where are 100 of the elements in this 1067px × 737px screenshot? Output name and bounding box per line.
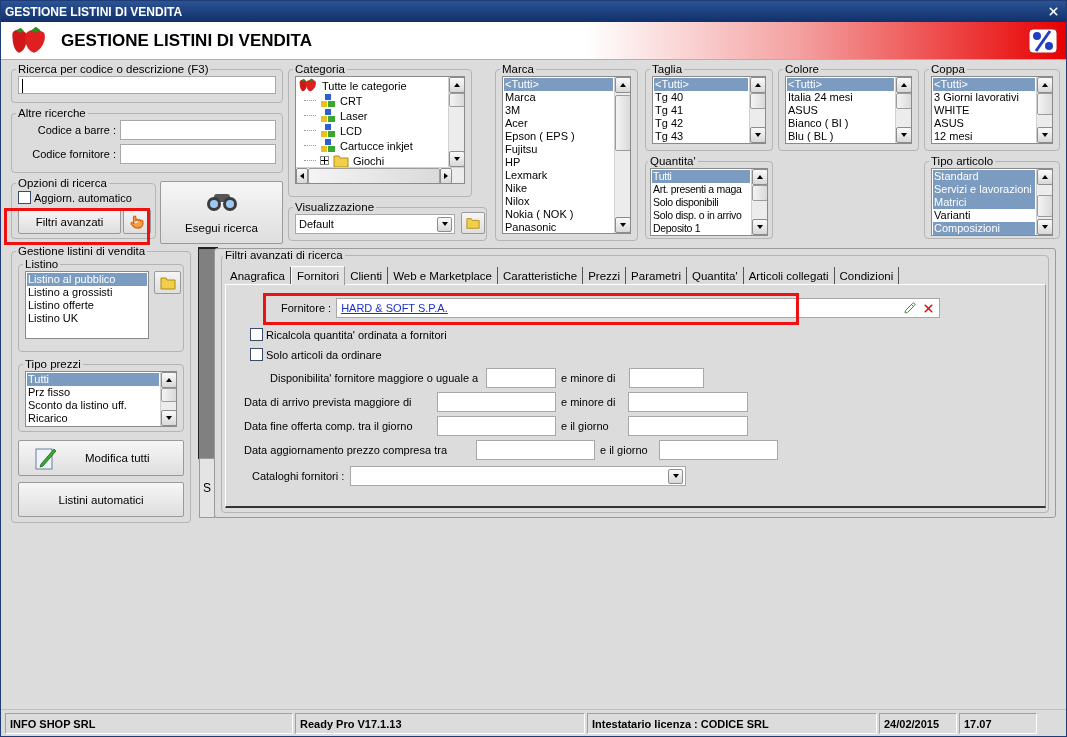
list-box[interactable]: <Tutti> Tg 40 Tg 41 Tg 42 Tg 43: [652, 76, 766, 144]
list-box[interactable]: <Tutti> Marca 3M Acer Epson ( EPS ) Fujitsu HP Lexmark Nike Nilox Nokia ( NOK ) Panasonic: [502, 76, 631, 234]
list-item[interactable]: Epson ( EPS ): [504, 130, 613, 143]
auto-update-checkbox[interactable]: Aggiorn. automatico: [18, 190, 149, 205]
scroll-down-button[interactable]: [449, 151, 464, 167]
list-item[interactable]: Nilox: [504, 195, 613, 208]
scroll-up-button[interactable]: [896, 77, 911, 93]
scrollbar-track[interactable]: [895, 77, 911, 143]
scroll-down-button[interactable]: [161, 410, 176, 426]
list-item[interactable]: WHITE: [933, 104, 1035, 117]
run-search-button[interactable]: Esegui ricerca: [160, 181, 283, 244]
tree-item[interactable]: Laser: [296, 108, 448, 123]
scroll-down-button[interactable]: [615, 217, 630, 233]
list-box[interactable]: Tutti Art. presenti a maga Solo disponibili Solo disp. o in arrivo Deposito 1: [650, 168, 768, 236]
list-box[interactable]: Listino al pubblico Listino a grossisti Listino offerte Listino UK: [25, 271, 149, 339]
advanced-filters-button[interactable]: Filtri avanzati: [18, 209, 121, 234]
list-box[interactable]: <Tutti> Italia 24 mesi ASUS Bianco ( BI ) Blu ( BL ): [785, 76, 912, 144]
scrollbar-track[interactable]: [1036, 169, 1052, 235]
tab[interactable]: Fornitori: [291, 266, 346, 285]
scroll-up-button[interactable]: [449, 77, 464, 93]
input-field[interactable]: [628, 416, 748, 436]
modify-all-button[interactable]: Modifica tutti: [18, 440, 184, 476]
input-field[interactable]: [437, 416, 556, 436]
list-item[interactable]: Solo disp. o in arrivo: [652, 209, 750, 222]
tree-item[interactable]: LCD: [296, 123, 448, 138]
list-item[interactable]: Sconto da listino uff.: [27, 399, 159, 412]
list-item[interactable]: ASUS: [787, 104, 894, 117]
scroll-thumb[interactable]: [161, 388, 176, 402]
list-item[interactable]: Tg 43: [654, 130, 748, 143]
list-box[interactable]: Tutti Prz fisso Sconto da listino uff. Ricarico: [25, 371, 177, 427]
tree-item[interactable]: Tutte le categorie: [296, 78, 448, 93]
checkbox[interactable]: Ricalcola quantita' ordinata a fornitori: [250, 327, 1045, 342]
list-item[interactable]: Marca: [504, 91, 613, 104]
scroll-down-button[interactable]: [896, 127, 911, 143]
covered-button[interactable]: S: [199, 458, 215, 518]
list-item[interactable]: Listino a grossisti: [27, 286, 147, 299]
folder-button[interactable]: [154, 271, 181, 294]
list-item[interactable]: Varianti: [933, 209, 1035, 222]
scroll-up-button[interactable]: [1037, 169, 1052, 185]
scroll-thumb[interactable]: [896, 93, 911, 109]
scroll-thumb[interactable]: [752, 185, 767, 201]
scrollbar-track[interactable]: [160, 372, 176, 426]
scroll-left-button[interactable]: [296, 168, 309, 183]
list-item[interactable]: Blu ( BL ): [787, 130, 894, 143]
list-item[interactable]: Prz fisso: [27, 386, 159, 399]
scroll-down-button[interactable]: [1037, 127, 1052, 143]
list-item[interactable]: 12 mesi: [933, 130, 1035, 143]
list-item[interactable]: 3 Giorni lavorativi: [933, 91, 1035, 104]
input-field[interactable]: [629, 368, 704, 388]
scroll-thumb[interactable]: [615, 95, 630, 151]
list-item[interactable]: Italia 24 mesi: [787, 91, 894, 104]
input-field[interactable]: [120, 144, 276, 164]
tree-item[interactable]: CRT: [296, 93, 448, 108]
tree-item[interactable]: Cartucce inkjet: [296, 138, 448, 153]
scroll-thumb[interactable]: [449, 93, 464, 107]
supplier-field[interactable]: HARD & SOFT S.P.A.: [336, 298, 941, 318]
checkbox[interactable]: Solo articoli da ordinare: [250, 347, 1045, 362]
folder-button[interactable]: [461, 212, 485, 234]
list-item[interactable]: HP: [504, 156, 613, 169]
scroll-up-button[interactable]: [750, 77, 765, 93]
pencil-icon[interactable]: [904, 301, 917, 314]
list-item[interactable]: ASUS: [933, 117, 1035, 130]
automatic-lists-button[interactable]: Listini automatici: [18, 482, 184, 517]
list-item[interactable]: Bianco ( BI ): [787, 117, 894, 130]
input-field[interactable]: [476, 440, 595, 460]
scroll-down-button[interactable]: [1037, 219, 1052, 235]
scroll-up-button[interactable]: [161, 372, 176, 388]
list-item[interactable]: Acer: [504, 117, 613, 130]
input-field[interactable]: [628, 392, 748, 412]
input-field[interactable]: [659, 440, 778, 460]
close-button[interactable]: [1046, 4, 1060, 19]
scroll-up-button[interactable]: [752, 169, 767, 185]
list-item[interactable]: Deposito 1: [652, 222, 750, 235]
list-box[interactable]: <Tutti> 3 Giorni lavorativi WHITE ASUS 12 mesi: [931, 76, 1053, 144]
list-item[interactable]: Nokia ( NOK ): [504, 208, 613, 221]
search-field[interactable]: [18, 76, 276, 94]
scroll-up-button[interactable]: [1037, 77, 1052, 93]
expand-icon[interactable]: [320, 156, 329, 165]
scroll-thumb[interactable]: [1037, 195, 1052, 217]
list-item[interactable]: Nike: [504, 182, 613, 195]
list-box[interactable]: Standard Servizi e lavorazioni Matrici Varianti Composizioni: [931, 168, 1053, 236]
scroll-down-button[interactable]: [752, 219, 767, 235]
scrollbar-track[interactable]: [448, 77, 464, 167]
scroll-thumb[interactable]: [750, 93, 765, 109]
view-dropdown[interactable]: Default: [295, 214, 455, 234]
scroll-thumb[interactable]: [1037, 93, 1052, 115]
list-item[interactable]: 3M: [504, 104, 613, 117]
list-item[interactable]: Tg 42: [654, 117, 748, 130]
scrollbar-track[interactable]: [614, 77, 630, 233]
list-item[interactable]: Art. presenti a maga: [652, 183, 750, 196]
list-item[interactable]: Tg 41: [654, 104, 748, 117]
input-field[interactable]: [120, 120, 276, 140]
list-item[interactable]: Fujitsu: [504, 143, 613, 156]
scrollbar-track[interactable]: [751, 169, 767, 235]
scroll-down-button[interactable]: [750, 127, 765, 143]
list-item[interactable]: Ricarico: [27, 412, 159, 425]
list-item[interactable]: Panasonic: [504, 221, 613, 233]
tree-item[interactable]: Giochi: [296, 153, 448, 167]
list-item[interactable]: Tg 40: [654, 91, 748, 104]
tree-view[interactable]: Tutte le categorie CRT Laser LCD Cartucce inkjet Giochi: [295, 76, 465, 184]
